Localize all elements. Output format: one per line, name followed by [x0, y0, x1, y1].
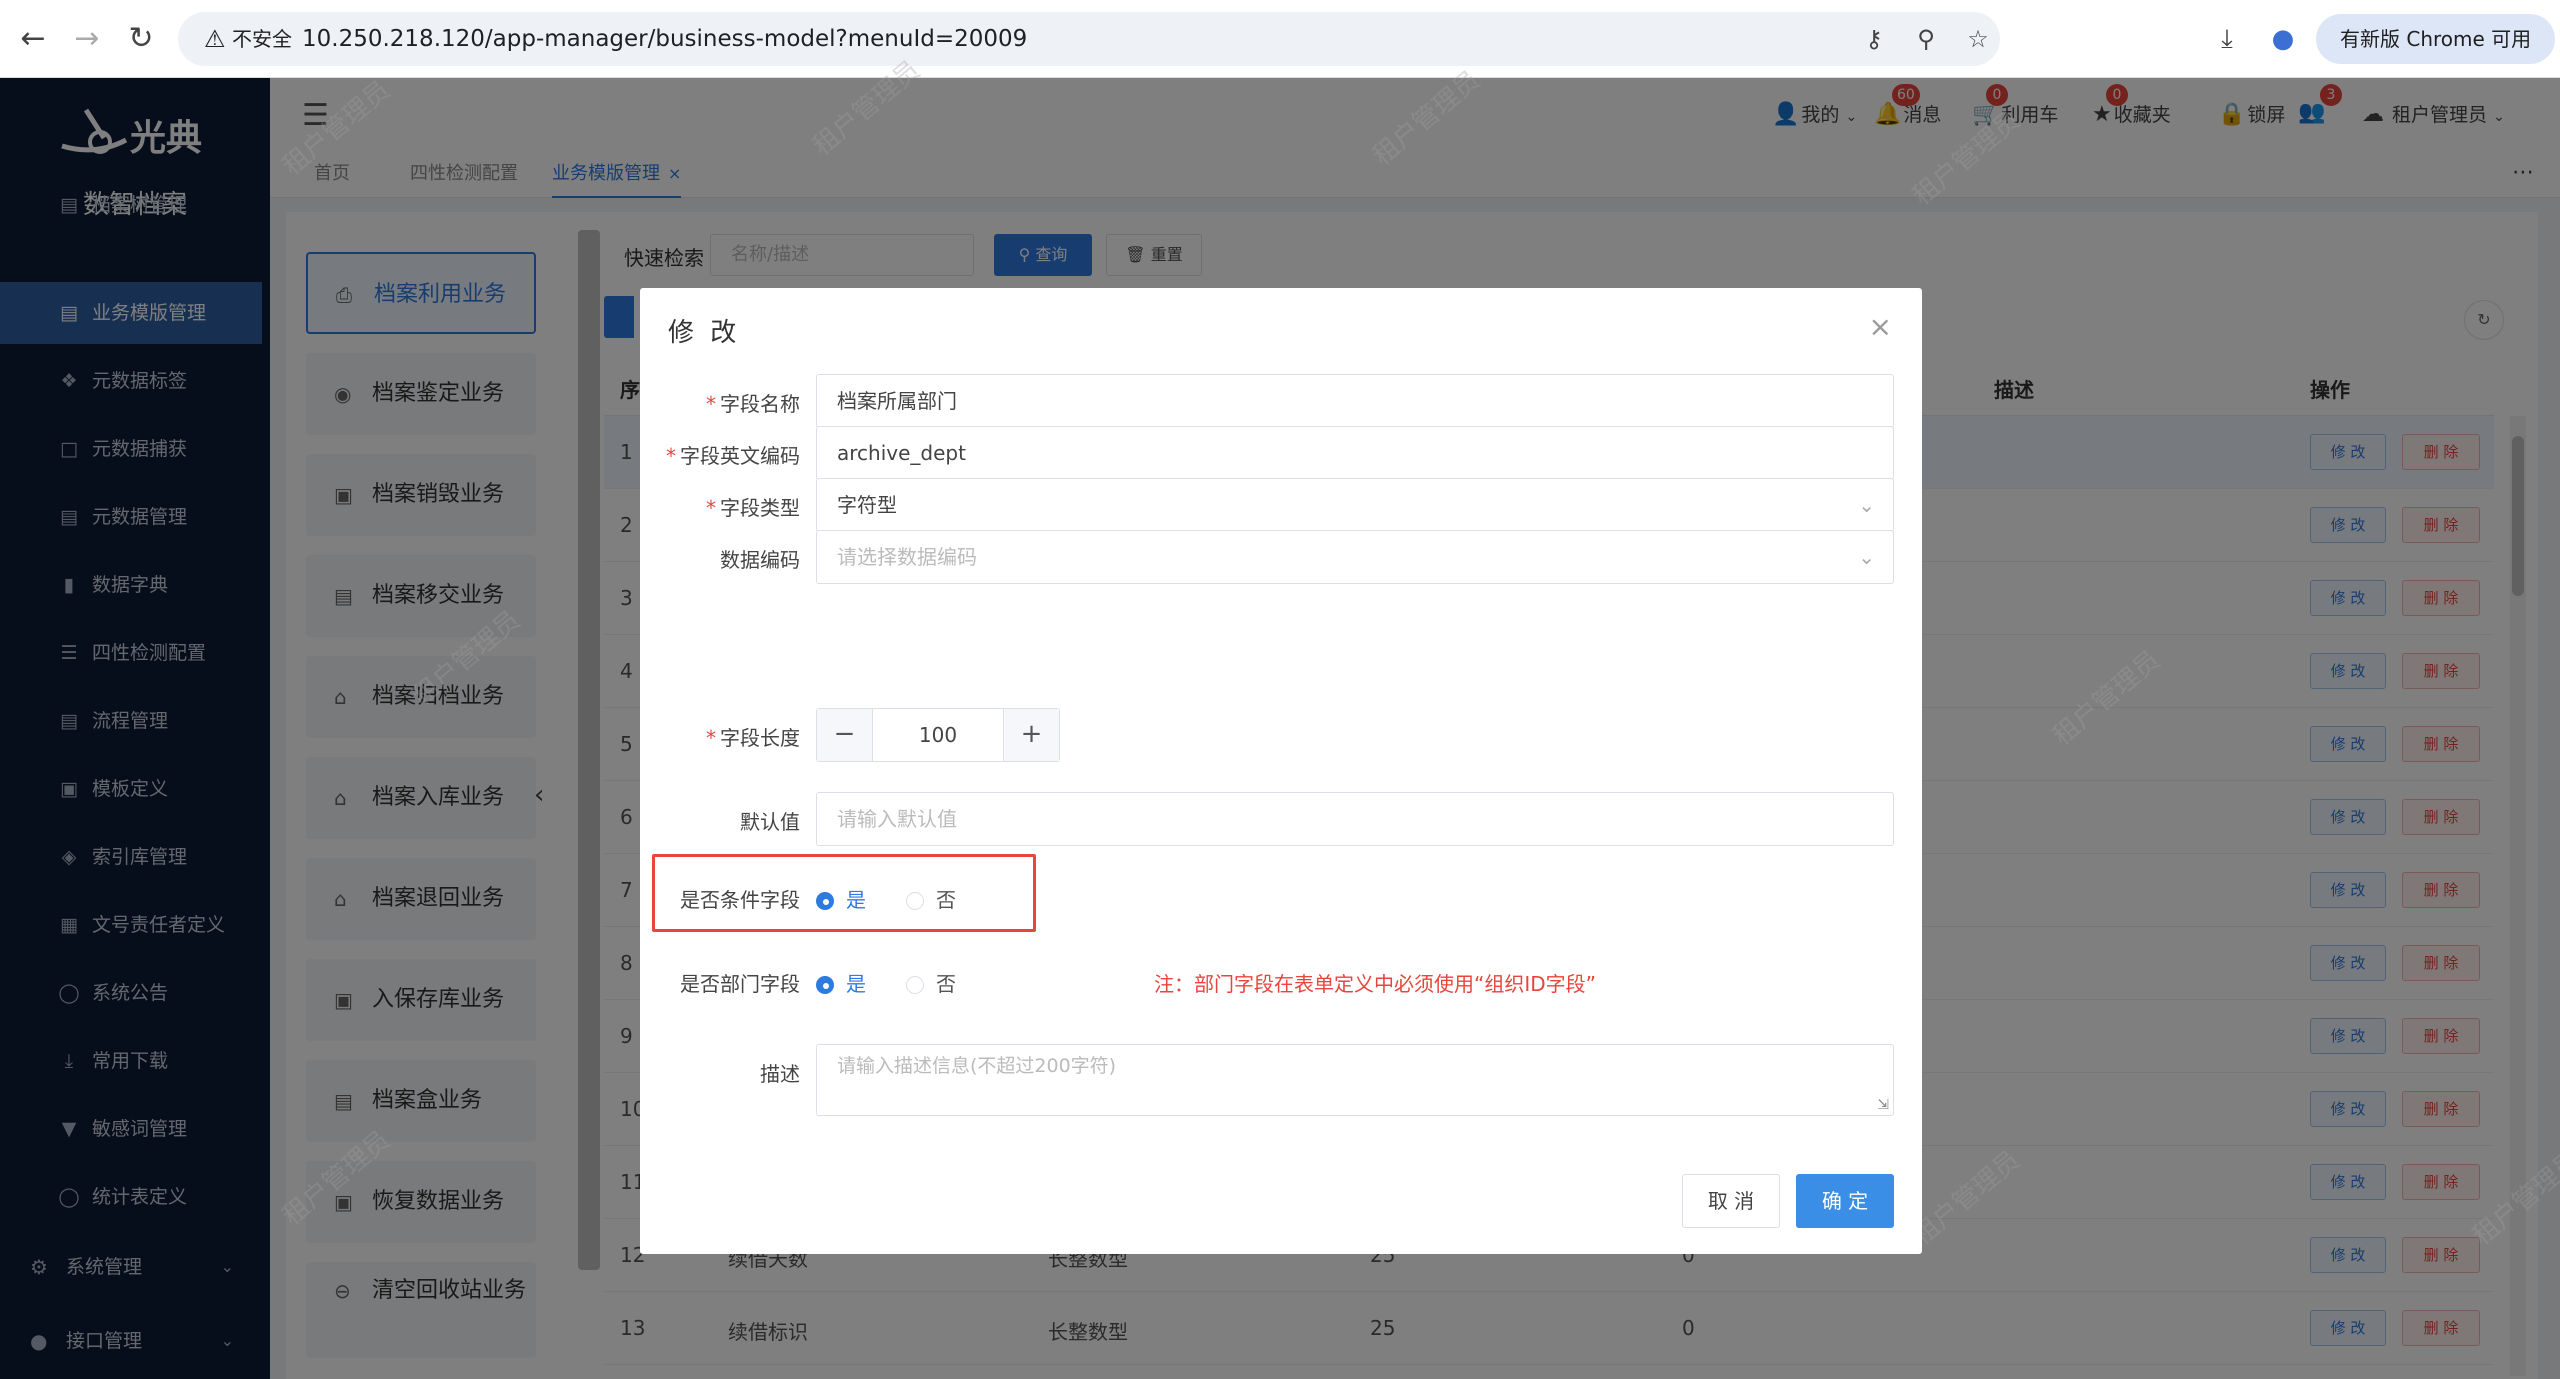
cancel-button[interactable]: 取 消 — [1682, 1174, 1780, 1228]
security-label: 不安全 — [232, 27, 292, 51]
field-code-input[interactable]: archive_dept — [816, 426, 1894, 480]
password-key-icon[interactable]: ⚷ — [1860, 25, 1888, 53]
chevron-down-icon: ⌄ — [1858, 493, 1875, 517]
description-textarea[interactable]: 请输入描述信息(不超过200字符) ⇲ — [816, 1044, 1894, 1116]
increment-button[interactable]: + — [1003, 709, 1059, 761]
default-value-input[interactable]: 请输入默认值 — [816, 792, 1894, 846]
security-chip[interactable]: ⚠ 不安全 — [192, 21, 304, 57]
watermark: 租户管理员 — [2047, 645, 2167, 752]
is-dept-label: 是否部门字段 — [680, 972, 800, 996]
zoom-icon[interactable]: ⚲ — [1912, 25, 1940, 53]
field-length-stepper[interactable]: − 100 + — [816, 708, 1060, 762]
field-type-select[interactable]: 字符型 ⌄ — [816, 478, 1894, 532]
watermark: 租户管理员 — [1367, 65, 1487, 172]
default-value-label: 默认值 — [740, 810, 800, 834]
url-text[interactable]: 10.250.218.120/app-manager/business-mode… — [302, 12, 1027, 66]
resize-handle-icon[interactable]: ⇲ — [1877, 1097, 1889, 1113]
forward-arrow-icon[interactable]: → — [70, 22, 104, 56]
close-icon[interactable]: × — [1869, 310, 1892, 343]
description-label: 描述 — [760, 1062, 800, 1086]
field-length-value[interactable]: 100 — [873, 709, 1003, 761]
profile-icon[interactable]: ● — [2266, 22, 2300, 56]
download-icon[interactable]: ⤓ — [2210, 22, 2244, 56]
bookmark-star-icon[interactable]: ☆ — [1964, 25, 1992, 53]
chrome-update-button[interactable]: 有新版 Chrome 可用 — [2316, 14, 2556, 64]
watermark: 租户管理员 — [407, 605, 527, 712]
is-dept-no-radio[interactable]: 否 — [906, 968, 956, 997]
edit-field-dialog: 修 改 × * 字段名称 档案所属部门 * 字段英文编码 archive_dept … — [640, 288, 1922, 1254]
back-arrow-icon[interactable]: ← — [16, 22, 50, 56]
decrement-button[interactable]: − — [817, 709, 873, 761]
is-condition-no-radio[interactable]: 否 — [906, 884, 956, 913]
data-code-label: 数据编码 — [720, 548, 800, 572]
dialog-title: 修 改 — [668, 318, 741, 348]
field-length-label: * 字段长度 — [706, 726, 800, 750]
confirm-button[interactable]: 确 定 — [1796, 1174, 1894, 1228]
browser-toolbar: ← → ↻ ⚠ 不安全 10.250.218.120/app-manager/b… — [0, 0, 2560, 78]
is-condition-yes-radio[interactable]: 是 — [816, 884, 866, 913]
chevron-down-icon: ⌄ — [1858, 545, 1875, 569]
is-dept-yes-radio[interactable]: 是 — [816, 968, 866, 997]
field-name-label: * 字段名称 — [706, 392, 800, 416]
watermark: 租户管理员 — [2467, 1145, 2560, 1252]
watermark: 租户管理员 — [277, 75, 397, 182]
dept-field-note: 注：部门字段在表单定义中必须使用“组织ID字段” — [1154, 972, 1597, 996]
address-bar[interactable]: ⚠ 不安全 10.250.218.120/app-manager/busines… — [178, 12, 2000, 66]
watermark: 租户管理员 — [277, 1125, 397, 1232]
field-code-label: * 字段英文编码 — [666, 444, 800, 468]
field-type-label: * 字段类型 — [706, 496, 800, 520]
warning-icon: ⚠ — [204, 25, 226, 53]
is-condition-label: 是否条件字段 — [680, 888, 800, 912]
data-code-select[interactable]: 请选择数据编码 ⌄ — [816, 530, 1894, 584]
reload-icon[interactable]: ↻ — [124, 22, 158, 56]
field-name-input[interactable]: 档案所属部门 — [816, 374, 1894, 428]
watermark: 租户管理员 — [1907, 105, 2027, 212]
